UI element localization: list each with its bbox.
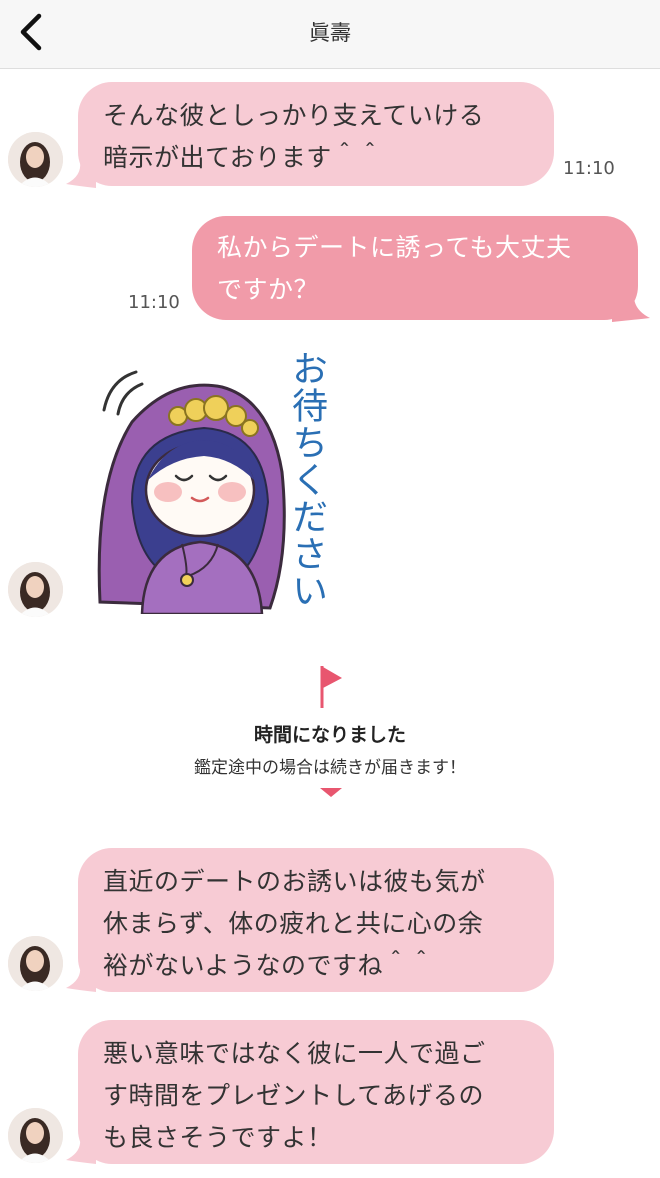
- notice-subtitle: 鑑定途中の場合は続きが届きます！: [194, 758, 466, 778]
- message-bubble[interactable]: 私からデートに誘っても大丈夫 ですか？: [192, 216, 638, 320]
- notice-title: 時間になりました: [253, 724, 406, 746]
- avatar[interactable]: [8, 562, 63, 617]
- avatar[interactable]: [8, 936, 63, 991]
- sticker-text: お待ちください: [286, 350, 327, 609]
- session-notice: 時間になりました 鑑定途中の場合は続きが届きます！: [0, 720, 660, 778]
- chat-header: 眞壽: [0, 0, 660, 69]
- message-bubble[interactable]: そんな彼としっかり支えていける 暗示が出ております＾＾: [78, 82, 554, 186]
- avatar[interactable]: [8, 132, 63, 187]
- message-bubble[interactable]: 直近のデートのお誘いは彼も気が 休まらず、体の疲れと共に心の余 裕がないようなの…: [78, 848, 554, 992]
- message-bubble[interactable]: 悪い意味ではなく彼に一人で過ご す時間をプレゼントしてあげるの も良さそうですよ…: [78, 1020, 554, 1164]
- flag-icon: [320, 666, 342, 708]
- triangle-down-icon: [320, 788, 342, 797]
- chat-title: 眞壽: [309, 21, 351, 45]
- message-time: 11:10: [128, 292, 180, 313]
- message-time: 11:10: [563, 158, 615, 179]
- avatar[interactable]: [8, 1108, 63, 1163]
